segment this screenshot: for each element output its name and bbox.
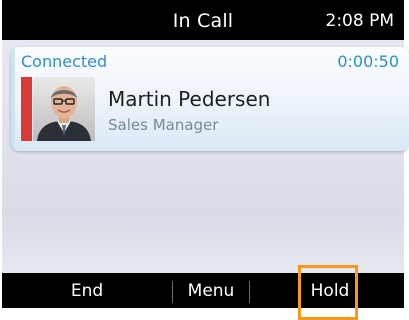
active-call-card[interactable]: Connected 0:00:50 Martin Pedersen Sales … [11, 47, 409, 151]
card-accent [11, 47, 15, 151]
avatar [33, 77, 95, 141]
menu-button[interactable]: Menu [173, 273, 249, 308]
call-timer: 0:00:50 [337, 52, 399, 71]
caller-status-strip [21, 77, 32, 141]
hold-highlight-box [298, 265, 358, 320]
person-photo-icon [33, 77, 95, 141]
status-bar: In Call 2:08 PM [2, 0, 404, 40]
clock: 2:08 PM [325, 11, 395, 31]
caller-name: Martin Pedersen [108, 87, 271, 111]
call-status: Connected [21, 52, 108, 71]
softkey-divider [249, 281, 250, 303]
phone-display: In Call 2:08 PM Connected 0:00:50 Martin… [2, 0, 409, 308]
end-button[interactable]: End [2, 273, 172, 308]
caller-title: Sales Manager [108, 116, 219, 134]
call-screen: Connected 0:00:50 Martin Pedersen Sales … [2, 40, 409, 273]
